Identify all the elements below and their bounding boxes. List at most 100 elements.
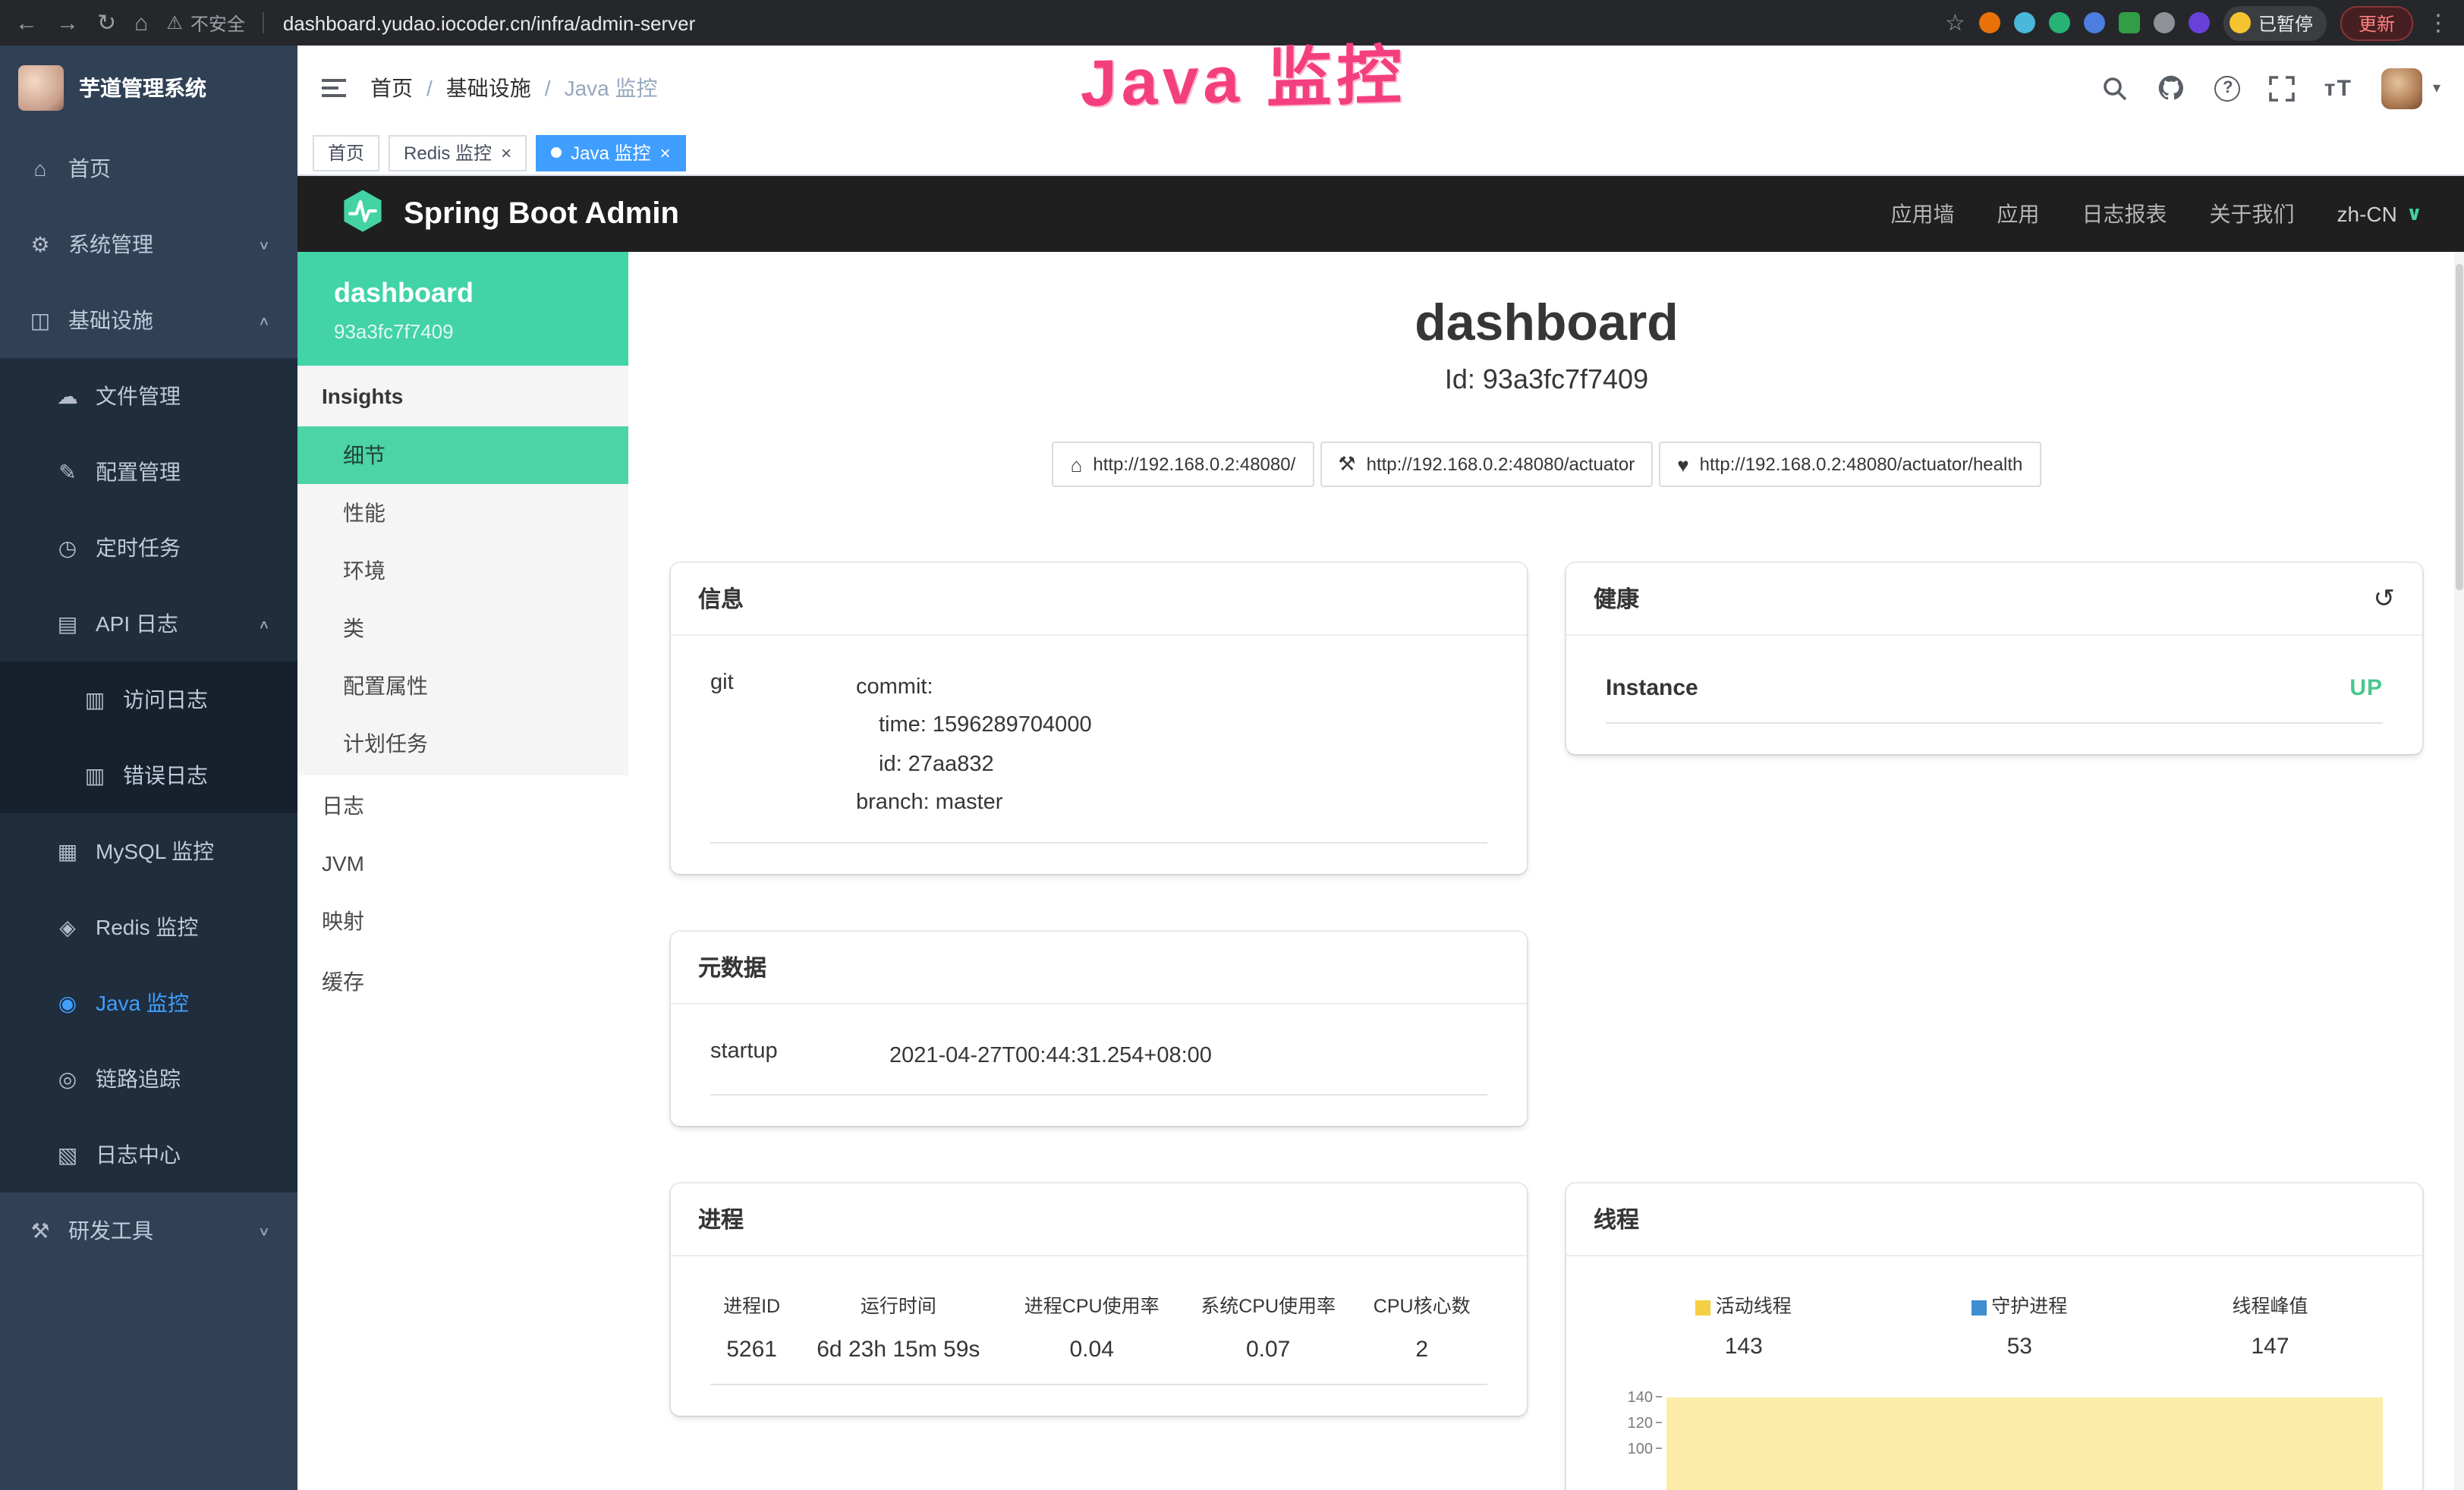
chrome-update-button[interactable]: 更新 bbox=[2340, 5, 2413, 40]
menu-item-scheduled-tasks[interactable]: 计划任务 bbox=[297, 715, 628, 772]
threads-legend: 活动线程 守护进程 线程峰值 143 53 bbox=[1606, 1278, 2383, 1372]
user-avatar[interactable] bbox=[2381, 68, 2422, 108]
card-title: 元数据 bbox=[698, 951, 766, 982]
menu-item-logs[interactable]: 日志 bbox=[297, 775, 628, 836]
threads-chart: 140 120 100 bbox=[1606, 1390, 2383, 1490]
screen: ← → ↻ ⌂ ⚠ 不安全 dashboard.yudao.iocoder.cn… bbox=[0, 0, 2464, 1490]
sba-nav-about[interactable]: 关于我们 bbox=[2210, 199, 2295, 229]
menu-item-environment[interactable]: 环境 bbox=[297, 542, 628, 599]
github-icon[interactable] bbox=[2157, 74, 2186, 102]
bookmark-star-icon[interactable]: ☆ bbox=[1945, 11, 1965, 34]
table-row[interactable]: Instance UP bbox=[1606, 657, 2383, 724]
document-icon: ▥ bbox=[82, 762, 108, 788]
menu-item-jvm[interactable]: JVM bbox=[297, 836, 628, 891]
legend-swatch-yellow bbox=[1696, 1300, 1711, 1315]
legend-peak-threads: 线程峰值 bbox=[2157, 1278, 2383, 1331]
reload-icon[interactable]: ↻ bbox=[97, 11, 116, 34]
instance-header[interactable]: dashboard 93a3fc7f7409 bbox=[297, 252, 628, 366]
sidebar-item-access-logs[interactable]: ▥ 访问日志 bbox=[0, 662, 297, 737]
sidebar-item-label: API 日志 bbox=[96, 608, 178, 639]
table-row: startup 2021-04-27T00:44:31.254+08:00 bbox=[710, 1025, 1487, 1095]
health-url-link[interactable]: ♥ http://192.168.0.2:48080/actuator/heal… bbox=[1659, 442, 2041, 487]
cell-uptime: 6d 23h 15m 59s bbox=[793, 1334, 1003, 1385]
fullscreen-icon[interactable] bbox=[2270, 75, 2296, 101]
close-icon[interactable]: × bbox=[659, 143, 670, 162]
sidebar-item-home[interactable]: ⌂ 首页 bbox=[0, 130, 297, 206]
sba-logo-icon bbox=[340, 187, 385, 240]
profile-chip[interactable]: 已暂停 bbox=[2223, 5, 2327, 40]
breadcrumb-separator: / bbox=[545, 76, 551, 100]
gear-icon: ⚙ bbox=[27, 231, 53, 257]
chart-y-axis: 140 120 100 bbox=[1606, 1390, 1666, 1490]
info-key: git bbox=[710, 669, 856, 823]
extension-icon[interactable] bbox=[2189, 12, 2210, 33]
legend-swatch-blue bbox=[1972, 1300, 1987, 1315]
extension-icon[interactable] bbox=[2014, 12, 2035, 33]
sba-brand[interactable]: Spring Boot Admin bbox=[404, 196, 679, 231]
active-tab-dot bbox=[551, 147, 562, 158]
sba-nav-applications[interactable]: 应用 bbox=[1997, 199, 2040, 229]
info-value: commit: time: 1596289704000 id: 27aa832 … bbox=[856, 669, 1092, 823]
browser-home-icon[interactable]: ⌂ bbox=[134, 11, 148, 34]
sidebar-item-infrastructure[interactable]: ◫ 基础设施 ∧ bbox=[0, 282, 297, 358]
sidebar-item-scheduled-tasks[interactable]: ◷ 定时任务 bbox=[0, 510, 297, 586]
search-icon[interactable] bbox=[2103, 75, 2129, 101]
app-brand[interactable]: 芋道管理系统 bbox=[0, 46, 297, 130]
history-icon[interactable]: ↺ bbox=[2374, 583, 2396, 614]
sidebar-item-dev-tools[interactable]: ⚒ 研发工具 ∨ bbox=[0, 1193, 297, 1268]
sidebar-item-config-management[interactable]: ✎ 配置管理 bbox=[0, 434, 297, 510]
extension-icon[interactable] bbox=[2119, 12, 2140, 33]
menu-item-classes[interactable]: 类 bbox=[297, 599, 628, 657]
hamburger-icon[interactable] bbox=[322, 79, 346, 97]
extension-icon[interactable] bbox=[2084, 12, 2105, 33]
sba-nav-wallboard[interactable]: 应用墙 bbox=[1891, 199, 1955, 229]
menu-item-config-props[interactable]: 配置属性 bbox=[297, 657, 628, 715]
sidebar-item-java-monitor[interactable]: ◉ Java 监控 bbox=[0, 965, 297, 1041]
edit-icon: ✎ bbox=[55, 459, 80, 485]
instance-sidebar: dashboard 93a3fc7f7409 Insights 细节 性能 环境… bbox=[297, 252, 628, 1490]
tab-java-monitor[interactable]: Java 监控 × bbox=[536, 134, 685, 171]
breadcrumb-infrastructure[interactable]: 基础设施 bbox=[446, 73, 531, 103]
sidebar-item-file-management[interactable]: ☁ 文件管理 bbox=[0, 358, 297, 434]
tab-redis-monitor[interactable]: Redis 监控 × bbox=[389, 134, 527, 171]
back-icon[interactable]: ← bbox=[15, 11, 38, 34]
sidebar-item-system-management[interactable]: ⚙ 系统管理 ∨ bbox=[0, 206, 297, 282]
sidebar-item-tracing[interactable]: ◎ 链路追踪 bbox=[0, 1041, 297, 1117]
tab-label: Java 监控 bbox=[571, 140, 650, 165]
sidebar-item-label: 基础设施 bbox=[68, 305, 153, 335]
font-size-icon[interactable]: тT bbox=[2324, 75, 2352, 101]
extension-icon[interactable] bbox=[2049, 12, 2070, 33]
sidebar-item-label: 首页 bbox=[68, 153, 111, 184]
sidebar-item-redis-monitor[interactable]: ◈ Redis 监控 bbox=[0, 889, 297, 965]
breadcrumb-separator: / bbox=[426, 76, 433, 100]
live-threads-area bbox=[1666, 1397, 2383, 1490]
sidebar-item-api-logs[interactable]: ▤ API 日志 ∧ bbox=[0, 586, 297, 662]
sidebar-item-label: 定时任务 bbox=[96, 533, 181, 563]
service-url-link[interactable]: ⌂ http://192.168.0.2:48080/ bbox=[1053, 442, 1314, 487]
tab-home[interactable]: 首页 bbox=[313, 134, 379, 171]
scrollbar-thumb[interactable] bbox=[2456, 264, 2463, 590]
health-instance-label: Instance bbox=[1606, 675, 1698, 701]
scrollbar-track[interactable] bbox=[2454, 252, 2464, 1490]
sidebar-item-mysql-monitor[interactable]: ▦ MySQL 监控 bbox=[0, 813, 297, 889]
locale-select[interactable]: zh-CN ∨ bbox=[2337, 202, 2422, 226]
home-icon: ⌂ bbox=[27, 156, 53, 181]
forward-icon[interactable]: → bbox=[56, 11, 79, 34]
actuator-url-link[interactable]: ⚒ http://192.168.0.2:48080/actuator bbox=[1320, 442, 1653, 487]
breadcrumb-home[interactable]: 首页 bbox=[370, 73, 413, 103]
sba-nav-journal[interactable]: 日志报表 bbox=[2082, 199, 2167, 229]
menu-item-caches[interactable]: 缓存 bbox=[297, 951, 628, 1012]
help-icon[interactable]: ? bbox=[2215, 75, 2241, 101]
menu-item-mappings[interactable]: 映射 bbox=[297, 891, 628, 951]
sidebar-item-log-center[interactable]: ▧ 日志中心 bbox=[0, 1117, 297, 1193]
security-indicator[interactable]: ⚠ 不安全 bbox=[166, 10, 245, 36]
sidebar-item-error-logs[interactable]: ▥ 错误日志 bbox=[0, 737, 297, 813]
menu-item-metrics[interactable]: 性能 bbox=[297, 484, 628, 542]
extension-icon[interactable] bbox=[2154, 12, 2175, 33]
browser-menu-icon[interactable]: ⋮ bbox=[2427, 11, 2450, 34]
extension-icon[interactable] bbox=[1979, 12, 2000, 33]
menu-item-details[interactable]: 细节 bbox=[297, 426, 628, 484]
close-icon[interactable]: × bbox=[501, 143, 511, 162]
tick-label: 100 bbox=[1628, 1441, 1653, 1458]
table-row: 5261 6d 23h 15m 59s 0.04 0.07 2 bbox=[710, 1334, 1487, 1385]
